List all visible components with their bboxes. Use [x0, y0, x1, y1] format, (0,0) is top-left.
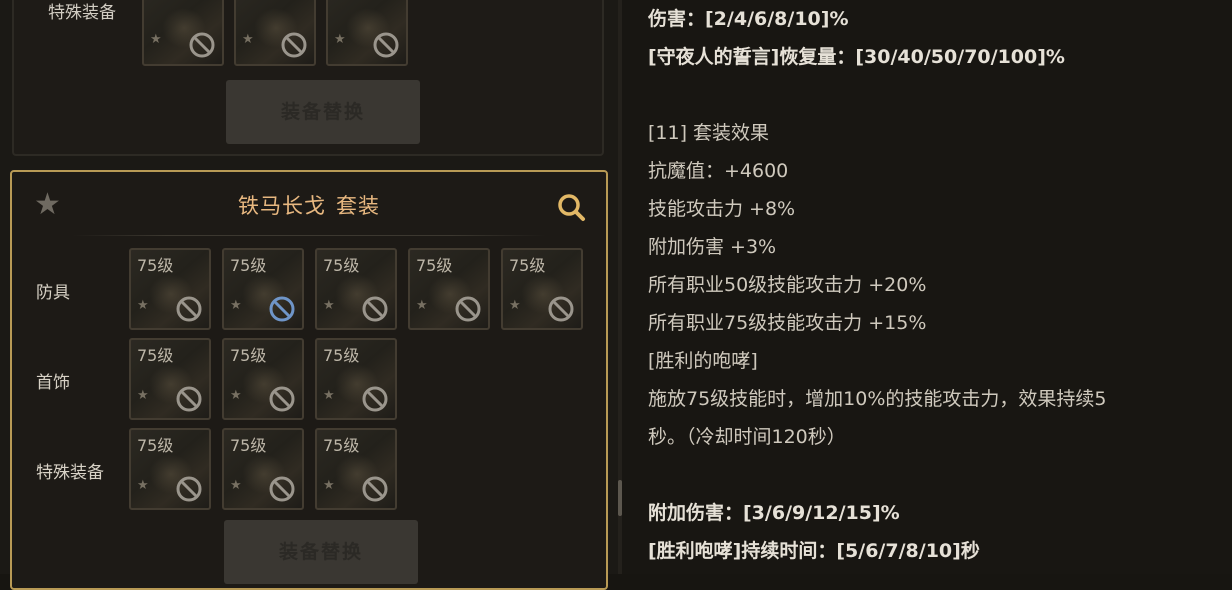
set-header: ★ 铁马长戈 套装 [12, 172, 606, 236]
equipment-panel: 特殊装备 ★ ★ ★ 装备替换 ★ 铁马长戈 套装 防具 75级 ★ 75级 ★… [0, 0, 618, 590]
star-icon: ★ [230, 478, 242, 493]
equipment-slot[interactable]: 75级 ★ [315, 248, 397, 330]
ban-icon [455, 296, 481, 322]
effect-line: 技能攻击力 +8% [648, 198, 796, 220]
effect-line: [11] 套装效果 [648, 122, 770, 144]
equipment-slot[interactable]: 75级 ★ [222, 248, 304, 330]
effect-line: 所有职业75级技能攻击力 +15% [648, 312, 927, 334]
effect-line: 施放75级技能时，增加10%的技能攻击力，效果持续5 [648, 388, 1107, 410]
ban-icon [189, 32, 215, 58]
star-icon: ★ [137, 388, 149, 403]
star-icon: ★ [509, 298, 521, 313]
ban-icon [548, 296, 574, 322]
slot-level: 75级 [137, 346, 174, 365]
slot-level: 75级 [230, 256, 267, 275]
equipment-slot[interactable]: 75级 ★ [408, 248, 490, 330]
slot-level: 75级 [137, 436, 174, 455]
row-label-accessory: 首饰 [36, 373, 70, 393]
star-icon: ★ [137, 478, 149, 493]
star-icon: ★ [150, 32, 162, 47]
equipment-slot[interactable]: ★ [142, 0, 224, 66]
set-panel: ★ 铁马长戈 套装 防具 75级 ★ 75级 ★ 75级 ★ 75级 ★ 75级… [10, 170, 608, 590]
star-icon: ★ [323, 478, 335, 493]
set-suffix: 套装 [336, 194, 380, 218]
star-icon: ★ [242, 32, 254, 47]
equipment-swap-button[interactable]: 装备替换 [224, 520, 418, 584]
ban-icon [176, 476, 202, 502]
special-slots: 75级 ★ 75级 ★ 75级 ★ [129, 428, 397, 510]
slot-level: 75级 [323, 436, 360, 455]
equipment-slot[interactable]: 75级 ★ [315, 338, 397, 420]
header-divider [72, 235, 546, 236]
previous-set-panel: 特殊装备 ★ ★ ★ 装备替换 [12, 0, 604, 156]
star-icon: ★ [230, 298, 242, 313]
set-title: 铁马长戈 套装 [12, 190, 606, 220]
star-icon: ★ [323, 298, 335, 313]
row-label-armor: 防具 [36, 283, 70, 303]
ban-icon [269, 296, 295, 322]
ban-icon [362, 386, 388, 412]
effect-line: [胜利咆哮]持续时间：[5/6/7/8/10]秒 [648, 540, 980, 562]
accessory-slots: 75级 ★ 75级 ★ 75级 ★ [129, 338, 397, 420]
equipment-swap-button[interactable]: 装备替换 [226, 80, 420, 144]
magnify-icon[interactable] [556, 192, 586, 222]
set-name: 铁马长戈 [238, 194, 326, 218]
slot-level: 75级 [323, 346, 360, 365]
star-icon: ★ [137, 298, 149, 313]
effect-line: 附加伤害 +3% [648, 236, 777, 258]
equipment-slot[interactable]: 75级 ★ [222, 428, 304, 510]
slot-level: 75级 [509, 256, 546, 275]
star-icon: ★ [323, 388, 335, 403]
ban-icon [269, 476, 295, 502]
equipment-slot[interactable]: 75级 ★ [129, 248, 211, 330]
equipment-slot[interactable]: 75级 ★ [315, 428, 397, 510]
slot-level: 75级 [416, 256, 453, 275]
equipment-slot[interactable]: 75级 ★ [129, 428, 211, 510]
equipment-slot[interactable]: ★ [234, 0, 316, 66]
row-label-special: 特殊装备 [36, 463, 104, 483]
ban-icon [269, 386, 295, 412]
equipment-slot[interactable]: 75级 ★ [222, 338, 304, 420]
slot-level: 75级 [230, 346, 267, 365]
effect-line: [胜利的咆哮] [648, 350, 758, 372]
effect-line: 所有职业50级技能攻击力 +20% [648, 274, 927, 296]
slot-level: 75级 [137, 256, 174, 275]
ban-icon [176, 296, 202, 322]
ban-icon [373, 32, 399, 58]
effect-line-partial: 伤害：[2/4/6/8/10]% [648, 8, 849, 30]
effect-line: [守夜人的誓言]恢复量：[30/40/50/70/100]% [648, 46, 1065, 68]
slot-level: 75级 [230, 436, 267, 455]
ban-icon [281, 32, 307, 58]
effect-line: 抗魔值：+4600 [648, 160, 789, 182]
star-icon: ★ [334, 32, 346, 47]
effect-line: 附加伤害：[3/6/9/12/15]% [648, 502, 900, 524]
slot-level: 75级 [323, 256, 360, 275]
effect-line: 秒。（冷却时间120秒） [648, 426, 846, 448]
star-icon: ★ [416, 298, 428, 313]
ban-icon [176, 386, 202, 412]
ban-icon [362, 476, 388, 502]
equipment-slot[interactable]: 75级 ★ [129, 338, 211, 420]
row-label-special: 特殊装备 [48, 3, 116, 23]
armor-slots: 75级 ★ 75级 ★ 75级 ★ 75级 ★ 75级 ★ [129, 248, 583, 330]
ban-icon [362, 296, 388, 322]
star-icon: ★ [230, 388, 242, 403]
equipment-slot[interactable]: ★ [326, 0, 408, 66]
prev-slot-row: ★ ★ ★ [142, 0, 408, 66]
equipment-slot[interactable]: 75级 ★ [501, 248, 583, 330]
